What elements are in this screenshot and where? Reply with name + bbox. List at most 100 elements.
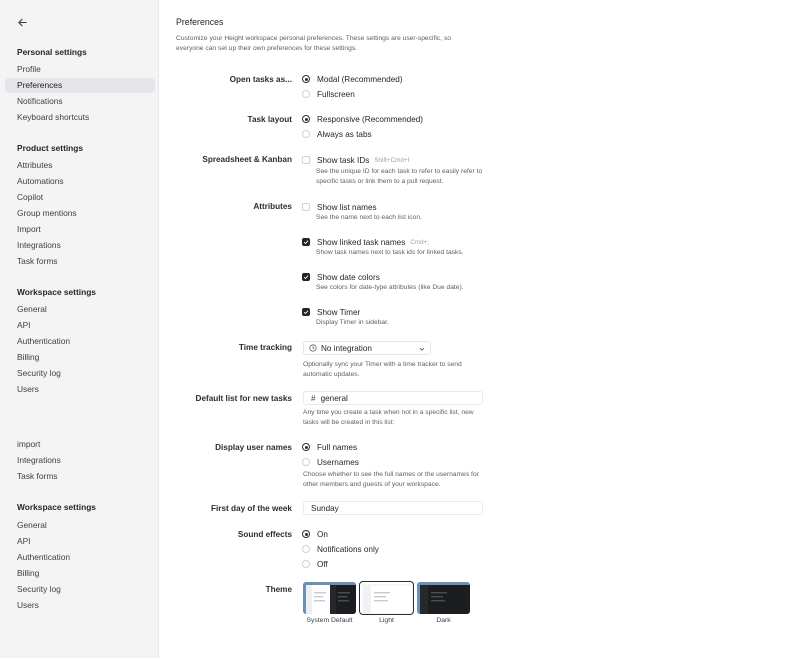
sound-off-option[interactable]: Off xyxy=(302,558,328,570)
chevron-down-icon xyxy=(419,347,425,351)
radio-unselected-icon xyxy=(302,545,310,553)
checkbox-checked-icon xyxy=(302,273,310,281)
option-label: Show date colors xyxy=(317,272,380,282)
radio-unselected-icon xyxy=(302,560,310,568)
system-theme-preview xyxy=(303,582,356,614)
shortcut-hint: Shift+Cmd+I xyxy=(374,156,410,164)
default-list-description: Any time you create a task when not in a… xyxy=(303,409,474,426)
sidebar-item-preferences[interactable]: Preferences xyxy=(5,78,155,93)
checkbox-checked-icon xyxy=(302,238,310,246)
sidebar-item-security-log[interactable]: Security log xyxy=(5,366,155,381)
radio-selected-icon xyxy=(302,530,310,538)
hash-icon: # xyxy=(311,393,316,403)
time-tracking-select[interactable]: No integration xyxy=(303,341,431,355)
attributes-label: Attributes xyxy=(253,202,292,211)
theme-system-default-card[interactable] xyxy=(303,582,356,614)
show-date-colors-checkbox[interactable]: Show date colors xyxy=(302,271,380,283)
option-label: On xyxy=(317,529,328,539)
page-description: Customize your Height workspace personal… xyxy=(176,35,451,52)
sidebar-item-authentication-2[interactable]: Authentication xyxy=(5,550,155,565)
sidebar-item-task-forms-2[interactable]: Task forms xyxy=(5,469,155,484)
option-label: Off xyxy=(317,559,328,569)
sidebar-item-billing-2[interactable]: Billing xyxy=(5,566,155,581)
back-button[interactable] xyxy=(15,15,29,29)
sidebar-item-automations[interactable]: Automations xyxy=(5,174,155,189)
sound-effects-label: Sound effects xyxy=(237,530,292,539)
first-day-label: First day of the week xyxy=(211,504,292,513)
show-timer-checkbox[interactable]: Show Timer xyxy=(302,306,360,318)
display-usernames-option[interactable]: Usernames xyxy=(302,456,359,468)
light-theme-preview xyxy=(360,582,413,614)
sidebar-item-general[interactable]: General xyxy=(5,302,155,317)
theme-dark-caption: Dark xyxy=(436,617,451,624)
sidebar-item-task-forms[interactable]: Task forms xyxy=(5,254,155,269)
first-day-select[interactable]: Sunday xyxy=(303,501,483,515)
theme-system-default-caption: System Default xyxy=(306,617,353,624)
product-settings-heading: Product settings xyxy=(17,143,84,153)
sidebar-item-authentication[interactable]: Authentication xyxy=(5,334,155,349)
sidebar-item-api-2[interactable]: API xyxy=(5,534,155,549)
show-list-names-checkbox[interactable]: Show list names xyxy=(302,201,377,213)
open-tasks-modal-option[interactable]: Modal (Recommended) xyxy=(302,73,403,85)
checkbox-unchecked-icon xyxy=(302,203,310,211)
workspace-settings-heading-2: Workspace settings xyxy=(17,502,96,512)
radio-unselected-icon xyxy=(302,130,310,138)
task-layout-tabs-option[interactable]: Always as tabs xyxy=(302,128,372,140)
option-label: Modal (Recommended) xyxy=(317,74,403,84)
checkbox-checked-icon xyxy=(302,308,310,316)
personal-settings-heading: Personal settings xyxy=(17,47,87,57)
sidebar-item-integrations[interactable]: Integrations xyxy=(5,238,155,253)
spreadsheet-kanban-label: Spreadsheet & Kanban xyxy=(202,155,292,164)
sidebar-item-import-2[interactable]: import xyxy=(5,437,155,452)
clock-icon xyxy=(309,344,317,352)
display-user-names-label: Display user names xyxy=(215,443,292,452)
sidebar-item-users-2[interactable]: Users xyxy=(5,598,155,613)
shortcut-hint: Cmd+; xyxy=(410,238,430,246)
sidebar-item-attributes[interactable]: Attributes xyxy=(5,158,155,173)
sidebar-item-billing[interactable]: Billing xyxy=(5,350,155,365)
sidebar-item-users[interactable]: Users xyxy=(5,382,155,397)
display-full-names-option[interactable]: Full names xyxy=(302,441,357,453)
show-linked-task-names-checkbox[interactable]: Show linked task names Cmd+; xyxy=(302,236,429,248)
option-label: Always as tabs xyxy=(317,129,372,139)
radio-selected-icon xyxy=(302,115,310,123)
default-list-select[interactable]: # general xyxy=(303,391,483,405)
time-tracking-value: No integration xyxy=(321,343,372,353)
option-label: Show Timer xyxy=(317,307,361,317)
show-linked-task-names-description: Show task names next to task ids for lin… xyxy=(316,249,464,256)
workspace-settings-heading: Workspace settings xyxy=(17,287,96,297)
sidebar-item-group-mentions[interactable]: Group mentions xyxy=(5,206,155,221)
radio-unselected-icon xyxy=(302,90,310,98)
theme-dark-card[interactable] xyxy=(417,582,470,614)
sidebar-item-api[interactable]: API xyxy=(5,318,155,333)
sidebar-item-notifications[interactable]: Notifications xyxy=(5,94,155,109)
option-label: Show task IDs xyxy=(317,155,370,165)
sidebar-item-copilot[interactable]: Copilot xyxy=(5,190,155,205)
option-label: Show list names xyxy=(317,202,377,212)
task-layout-label: Task layout xyxy=(247,115,292,124)
sidebar-item-general-2[interactable]: General xyxy=(5,518,155,533)
task-layout-responsive-option[interactable]: Responsive (Recommended) xyxy=(302,113,423,125)
sound-on-option[interactable]: On xyxy=(302,528,328,540)
first-day-value: Sunday xyxy=(311,503,339,513)
sidebar-item-security-log-2[interactable]: Security log xyxy=(5,582,155,597)
open-tasks-fullscreen-option[interactable]: Fullscreen xyxy=(302,88,355,100)
sidebar-item-import[interactable]: Import xyxy=(5,222,155,237)
sidebar-item-profile[interactable]: Profile xyxy=(5,62,155,77)
option-label: Fullscreen xyxy=(317,89,355,99)
arrow-left-icon xyxy=(17,18,27,26)
radio-unselected-icon xyxy=(302,458,310,466)
show-timer-description: Display Timer in sidebar. xyxy=(316,319,389,326)
checkbox-unchecked-icon xyxy=(302,156,310,164)
show-task-ids-checkbox[interactable]: Show task IDs Shift+Cmd+I xyxy=(302,154,409,166)
option-label: Full names xyxy=(317,442,358,452)
sidebar-item-keyboard-shortcuts[interactable]: Keyboard shortcuts xyxy=(5,110,155,125)
default-list-label: Default list for new tasks xyxy=(195,394,292,403)
sidebar-item-integrations-2[interactable]: Integrations xyxy=(5,453,155,468)
sound-notifications-only-option[interactable]: Notifications only xyxy=(302,543,379,555)
theme-light-card[interactable] xyxy=(359,581,414,615)
time-tracking-label: Time tracking xyxy=(238,343,292,352)
theme-light-caption: Light xyxy=(379,617,394,624)
time-tracking-description: Optionally sync your Timer with a time t… xyxy=(303,361,462,378)
display-user-names-description: Choose whether to see the full names or … xyxy=(303,471,479,488)
